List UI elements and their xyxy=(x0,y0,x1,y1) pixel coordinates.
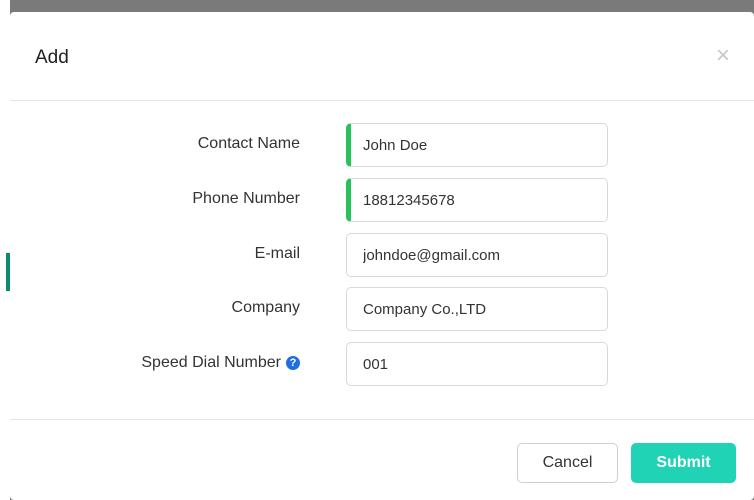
submit-button[interactable]: Submit xyxy=(631,443,736,483)
company-label: Company xyxy=(231,299,300,316)
add-contact-dialog: Add × Contact Name Phone Number E-mail C… xyxy=(10,12,754,500)
email-input[interactable] xyxy=(346,233,608,277)
background-page xyxy=(0,0,10,500)
dialog-header: Add × xyxy=(10,12,754,101)
contact-name-label: Contact Name xyxy=(197,135,300,152)
email-row: E-mail xyxy=(10,233,754,279)
contact-name-input[interactable] xyxy=(346,123,608,167)
email-label: E-mail xyxy=(254,245,300,262)
question-circle-icon[interactable]: ? xyxy=(286,356,300,370)
company-row: Company xyxy=(10,287,754,333)
company-input[interactable] xyxy=(346,287,608,331)
cancel-button[interactable]: Cancel xyxy=(517,443,618,483)
contact-name-row: Contact Name xyxy=(10,123,754,169)
speed-dial-label: Speed Dial Number ? xyxy=(141,354,300,372)
phone-number-row: Phone Number xyxy=(10,178,754,224)
dialog-title: Add xyxy=(35,47,69,68)
speed-dial-input[interactable] xyxy=(346,342,608,386)
close-icon[interactable]: × xyxy=(712,44,734,68)
speed-dial-row: Speed Dial Number ? xyxy=(10,342,754,388)
phone-number-label: Phone Number xyxy=(192,190,300,207)
footer-divider xyxy=(10,419,754,420)
phone-number-input[interactable] xyxy=(346,178,608,222)
